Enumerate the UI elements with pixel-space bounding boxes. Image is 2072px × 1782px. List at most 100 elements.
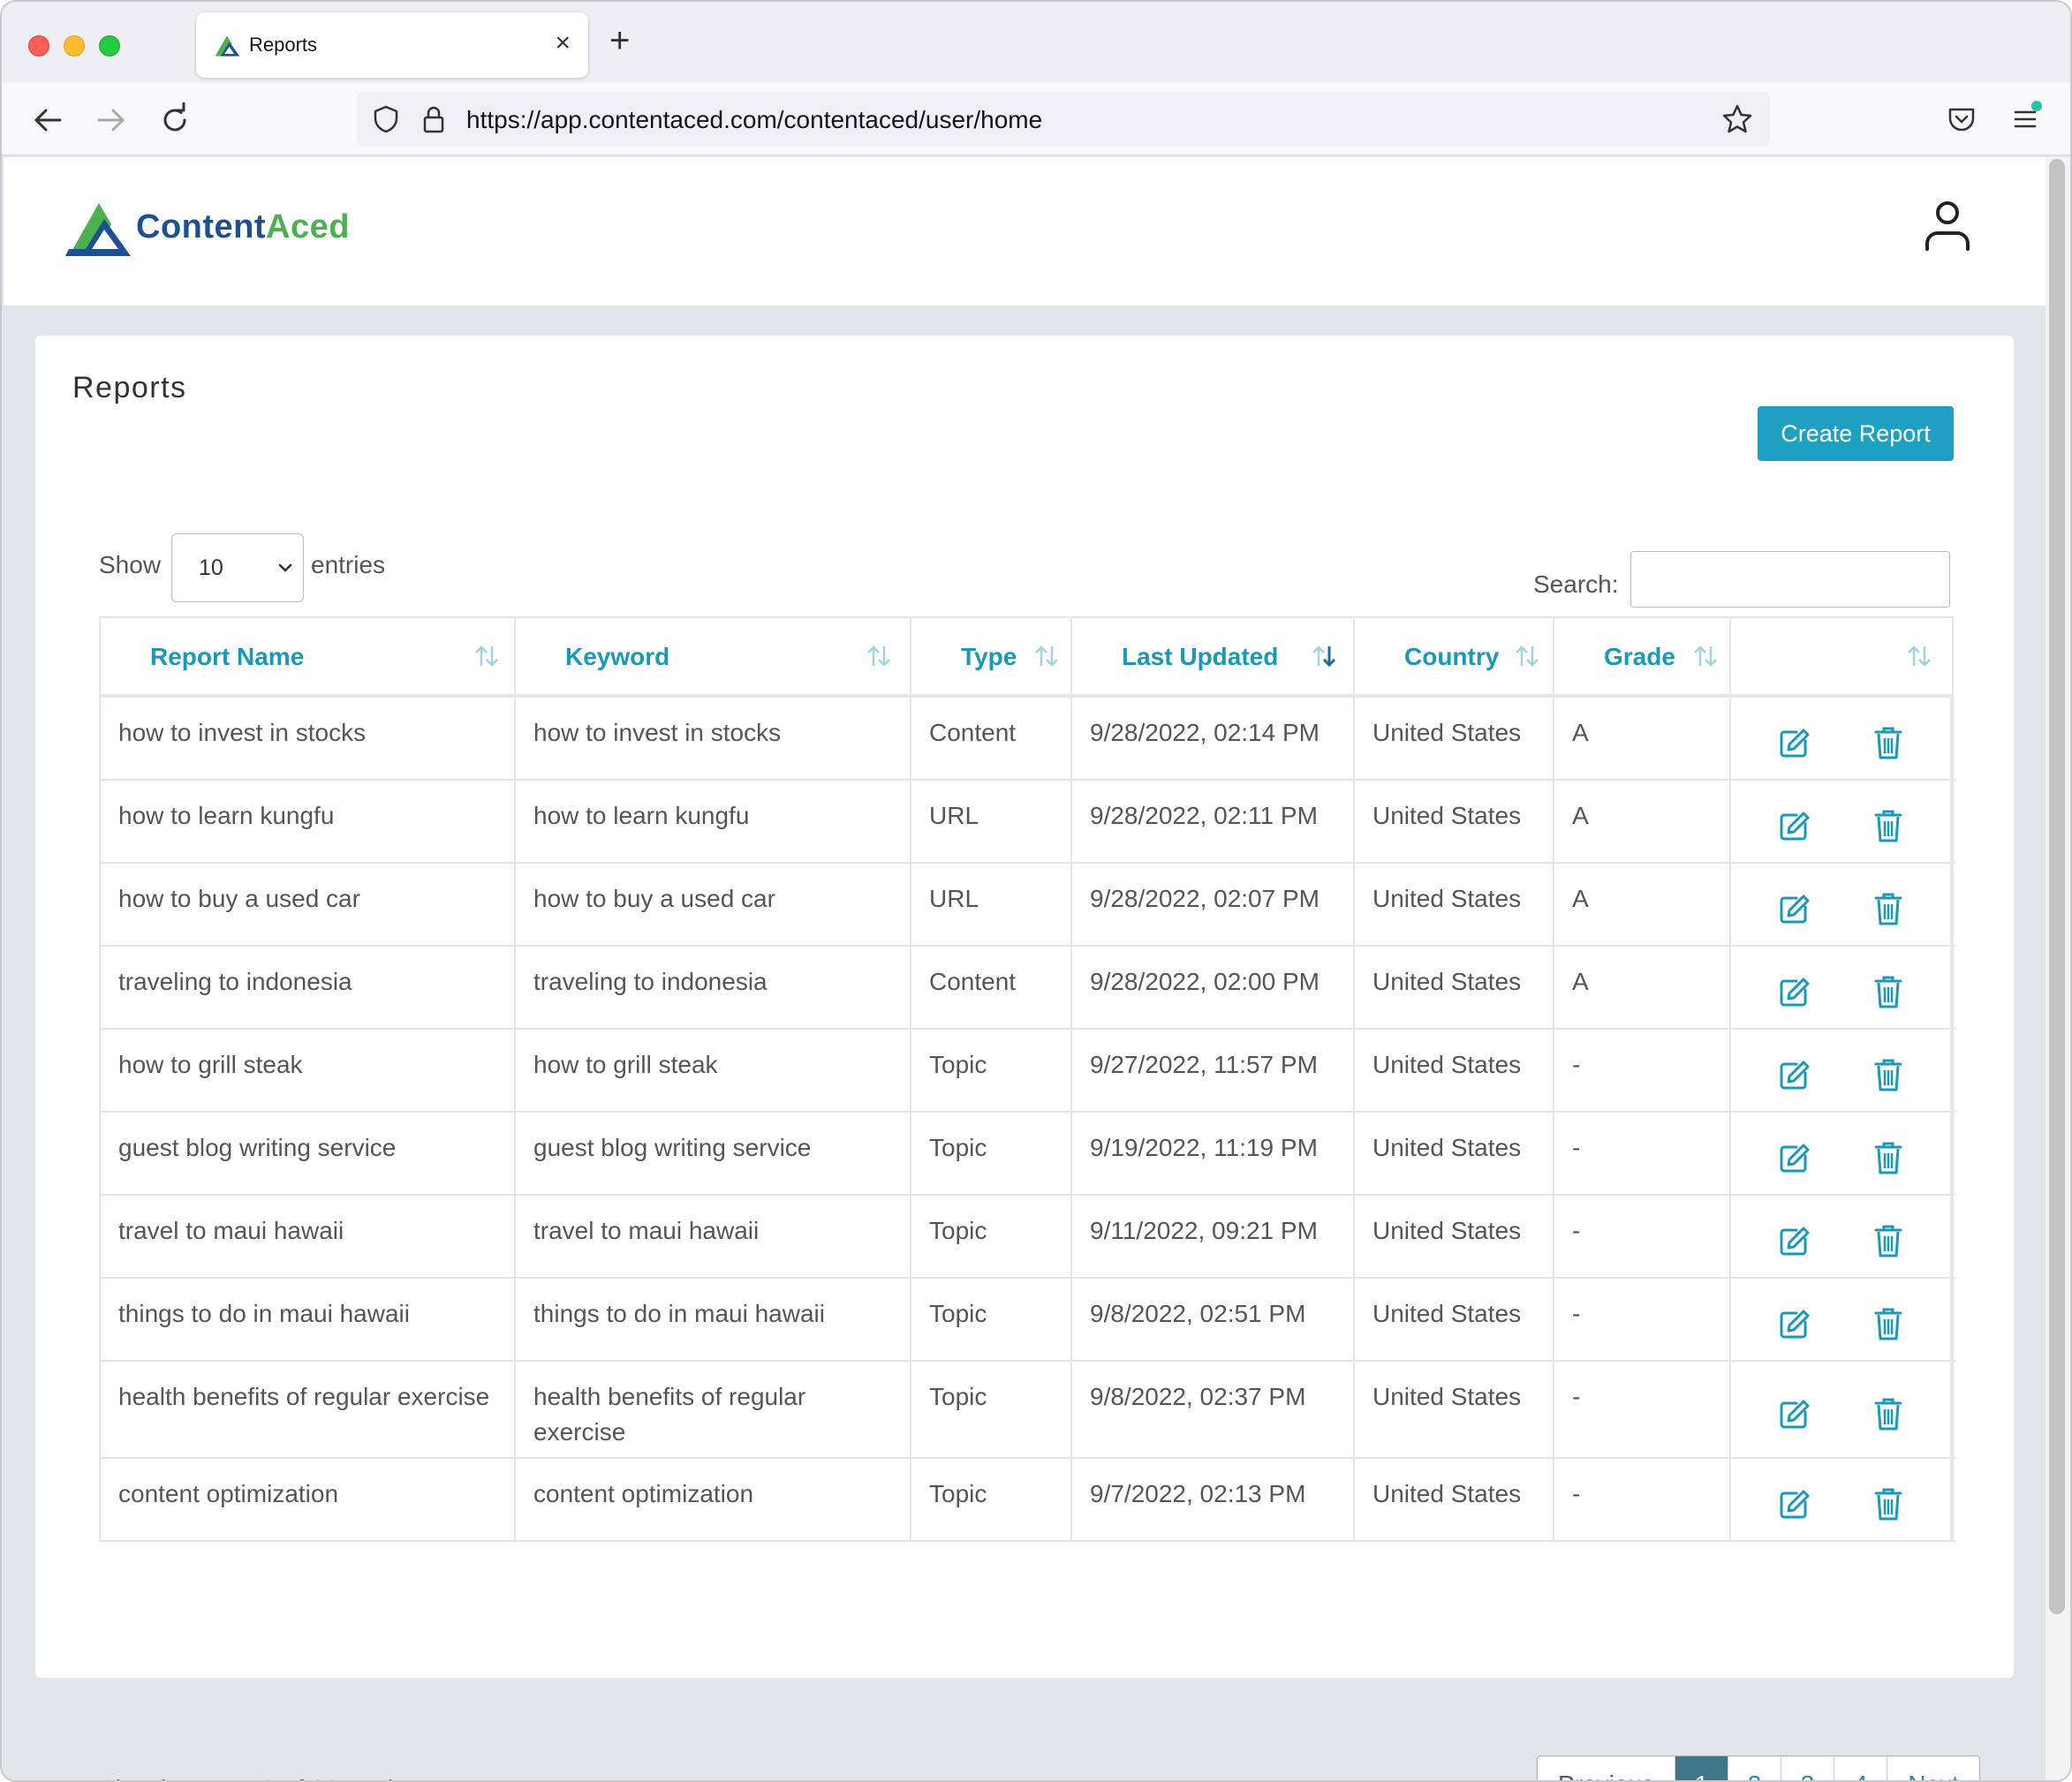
pagination-page-4[interactable]: 4	[1834, 1756, 1887, 1780]
cell-actions	[1731, 1030, 1952, 1111]
search-input[interactable]	[1630, 551, 1950, 608]
col-last-updated[interactable]: Last Updated	[1072, 618, 1355, 696]
col-type[interactable]: Type	[911, 618, 1072, 696]
sort-icon	[1516, 646, 1539, 667]
pagination-next[interactable]: Next	[1887, 1756, 1979, 1780]
cell-country: United States	[1355, 1362, 1554, 1457]
sort-icon	[1035, 646, 1058, 667]
page-viewport: ContentAced Reports Create Report Show 1…	[4, 157, 2046, 1780]
col-actions[interactable]	[1731, 618, 1952, 696]
trash-icon[interactable]	[1872, 725, 1904, 760]
bookmark-star-icon[interactable]	[1720, 102, 1754, 136]
address-bar[interactable]: https://app.contentaced.com/contentaced/…	[357, 92, 1770, 147]
cell-updated: 9/28/2022, 02:00 PM	[1072, 947, 1355, 1028]
cell-type: Topic	[911, 1113, 1072, 1194]
trash-icon[interactable]	[1872, 1486, 1904, 1521]
entries-per-page-select[interactable]: 10	[171, 533, 304, 602]
user-account-icon[interactable]	[1920, 198, 1975, 253]
tab-strip: Reports × +	[2, 2, 2070, 83]
cell-country: United States	[1355, 781, 1554, 862]
col-report-name[interactable]: Report Name	[101, 618, 516, 696]
cell-actions	[1731, 1279, 1952, 1360]
cell-grade: -	[1554, 1362, 1731, 1457]
sort-icon	[867, 646, 890, 667]
edit-icon[interactable]	[1777, 1225, 1811, 1258]
scrollbar-thumb[interactable]	[2049, 159, 2065, 1614]
trash-icon[interactable]	[1872, 1140, 1904, 1175]
edit-icon[interactable]	[1777, 1488, 1811, 1521]
url-text[interactable]: https://app.contentaced.com/contentaced/…	[466, 106, 1042, 134]
cell-actions	[1731, 864, 1952, 945]
edit-icon[interactable]	[1777, 1308, 1811, 1341]
cell-updated: 9/8/2022, 02:37 PM	[1072, 1362, 1355, 1457]
app-header: ContentAced	[4, 157, 2046, 306]
table-row: traveling to indonesia traveling to indon…	[101, 947, 1955, 1030]
contentaced-logo-icon[interactable]	[65, 201, 132, 258]
table-body: how to invest in stocks how to invest in …	[99, 698, 1955, 1542]
col-report-name-label: Report Name	[150, 643, 305, 670]
pagination-page-3[interactable]: 3	[1781, 1756, 1834, 1780]
pagination-previous[interactable]: Previous	[1538, 1756, 1675, 1780]
trash-icon[interactable]	[1872, 808, 1904, 843]
zoom-window-button[interactable]	[99, 35, 120, 57]
reload-icon[interactable]	[157, 102, 193, 138]
pagination-page-1[interactable]: 1	[1675, 1756, 1728, 1780]
forward-arrow-icon[interactable]	[94, 102, 129, 138]
col-keyword[interactable]: Keyword	[516, 618, 911, 696]
trash-icon[interactable]	[1872, 1396, 1904, 1431]
edit-icon[interactable]	[1777, 976, 1811, 1009]
cell-type: Content	[911, 947, 1072, 1028]
cell-name: content optimization	[101, 1459, 516, 1540]
browser-tab-reports[interactable]: Reports ×	[196, 12, 588, 78]
cell-country: United States	[1355, 947, 1554, 1028]
edit-icon[interactable]	[1777, 1142, 1811, 1175]
trash-icon[interactable]	[1872, 1306, 1904, 1341]
edit-icon[interactable]	[1777, 893, 1811, 926]
back-arrow-icon[interactable]	[30, 102, 65, 138]
table-row: travel to maui hawaii travel to maui hawa…	[101, 1196, 1955, 1279]
tab-close-icon[interactable]: ×	[555, 28, 571, 58]
trash-icon[interactable]	[1872, 1057, 1904, 1092]
trash-icon[interactable]	[1872, 1223, 1904, 1258]
table-row: how to grill steak how to grill steak Topi…	[101, 1030, 1955, 1113]
logo-text-aced: Aced	[266, 208, 350, 245]
logo-wordmark[interactable]: ContentAced	[136, 208, 350, 246]
cell-name: travel to maui hawaii	[101, 1196, 516, 1277]
reports-card: Reports Create Report Show 10 entries Se…	[35, 336, 2014, 1780]
pagination-page-2[interactable]: 2	[1728, 1756, 1781, 1780]
cell-type: Content	[911, 698, 1072, 779]
col-keyword-label: Keyword	[565, 643, 670, 670]
cell-grade: -	[1554, 1030, 1731, 1111]
sort-icon	[475, 646, 498, 667]
chevron-down-icon	[278, 563, 292, 572]
trash-icon[interactable]	[1872, 974, 1904, 1009]
cell-type: Topic	[911, 1030, 1072, 1111]
cell-actions	[1731, 1459, 1952, 1540]
cell-name: things to do in maui hawaii	[101, 1279, 516, 1360]
cell-updated: 9/28/2022, 02:07 PM	[1072, 864, 1355, 945]
cell-country: United States	[1355, 1279, 1554, 1360]
cell-actions	[1731, 1113, 1952, 1194]
pocket-icon[interactable]	[1945, 102, 1978, 136]
create-report-button[interactable]: Create Report	[1758, 406, 1954, 461]
trash-icon[interactable]	[1872, 891, 1904, 926]
cell-country: United States	[1355, 1196, 1554, 1277]
col-grade[interactable]: Grade	[1554, 618, 1731, 696]
table-row: content optimization content optimization…	[101, 1459, 1955, 1542]
col-country[interactable]: Country	[1355, 618, 1554, 696]
cell-updated: 9/27/2022, 11:57 PM	[1072, 1030, 1355, 1111]
cell-grade: A	[1554, 947, 1731, 1028]
cell-grade: -	[1554, 1113, 1731, 1194]
new-tab-button[interactable]: +	[609, 23, 630, 58]
minimize-window-button[interactable]	[64, 35, 85, 57]
edit-icon[interactable]	[1777, 1398, 1811, 1431]
cell-keyword: how to learn kungfu	[516, 781, 911, 862]
edit-icon[interactable]	[1777, 810, 1811, 843]
shield-icon[interactable]	[371, 104, 401, 134]
close-window-button[interactable]	[28, 35, 49, 57]
edit-icon[interactable]	[1777, 1059, 1811, 1092]
cell-name: how to grill steak	[101, 1030, 516, 1111]
edit-icon[interactable]	[1777, 727, 1811, 760]
lock-icon[interactable]	[419, 104, 449, 134]
cell-grade: -	[1554, 1279, 1731, 1360]
